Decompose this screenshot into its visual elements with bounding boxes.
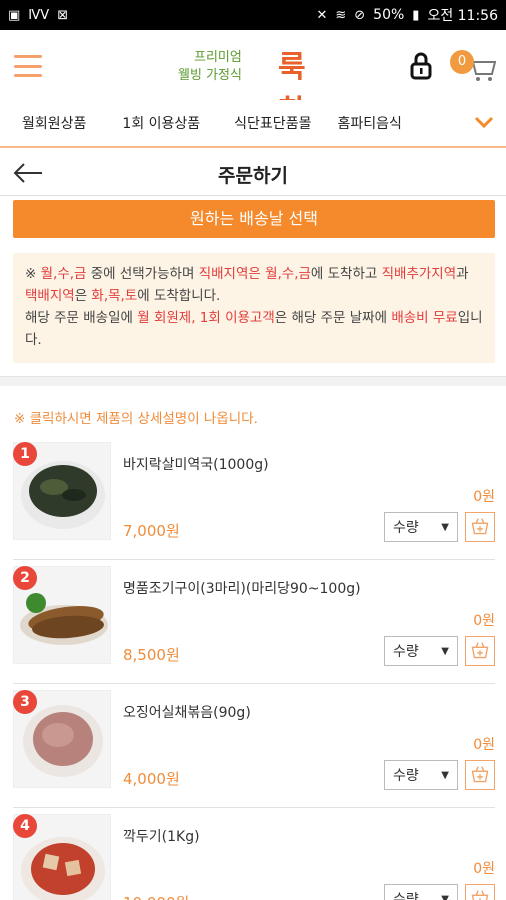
lock-icon[interactable]: [410, 52, 432, 80]
product-price: 8,500원: [123, 646, 180, 664]
gallery-icon: ▣: [8, 7, 21, 23]
notice-highlight: 직배지역은 월,수,금: [198, 266, 311, 282]
notice-text: 에 도착합니다.: [137, 288, 221, 304]
section-divider: [0, 376, 506, 386]
notice-text: 에 도착하고: [310, 266, 382, 282]
dropdown-caret-icon: ▼: [441, 645, 449, 657]
product-price: 10,000원: [123, 892, 189, 900]
category-tab-homeparty[interactable]: 홈파티음식: [323, 113, 413, 133]
add-to-cart-icon[interactable]: [465, 760, 495, 790]
category-tab-menu[interactable]: 식단표단품몰: [212, 113, 323, 133]
notice-highlight: 월 회원제, 1회 이용고객: [137, 310, 275, 326]
brand-logo[interactable]: 프리미엄 웰빙 가정식 룩찬: [178, 42, 330, 129]
mute-icon: ✕: [316, 7, 328, 23]
product-name[interactable]: 오징어실채볶음(90g): [123, 702, 251, 722]
notice-highlight: 배송비 무료: [391, 310, 458, 326]
notice-text: 과: [456, 266, 469, 282]
dropdown-caret-icon: ▼: [441, 521, 449, 533]
menu-icon[interactable]: [14, 55, 42, 77]
select-delivery-date-button[interactable]: 원하는 배송날 선택: [13, 200, 495, 238]
dnd-icon: ⊘: [354, 7, 366, 23]
quantity-select[interactable]: 수량 ▼: [384, 760, 458, 790]
cart-button[interactable]: 0: [450, 50, 496, 84]
product-total: 0원: [473, 489, 495, 505]
product-item[interactable]: 3 오징어실채볶음(90g) 0원 4,000원 수량 ▼: [13, 690, 495, 808]
notice-text: 은 해당 주문 날짜에: [274, 310, 392, 326]
chevron-down-icon[interactable]: [474, 112, 494, 132]
dropdown-caret-icon: ▼: [441, 769, 449, 781]
dropdown-caret-icon: ▼: [441, 893, 449, 900]
cart-count-badge: 0: [450, 50, 474, 74]
product-total: 0원: [473, 861, 495, 877]
product-number-badge: 4: [13, 814, 37, 838]
add-to-cart-icon[interactable]: [465, 636, 495, 666]
app-notification-icon: ⅣV: [28, 7, 50, 23]
logo-line2: 웰빙 가정식: [178, 68, 242, 83]
product-number-badge: 1: [13, 442, 37, 466]
add-to-cart-icon[interactable]: [465, 512, 495, 542]
wifi-icon: ≋: [335, 7, 347, 23]
notice-text: 해당 주문 배송일에: [25, 310, 138, 326]
product-item[interactable]: 2 명품조기구이(3마리)(마리당90~100g) 0원 8,500원 수량 ▼: [13, 566, 495, 684]
quantity-label: 수량: [393, 768, 419, 784]
product-total: 0원: [473, 613, 495, 629]
notice-highlight: 택배지역: [25, 288, 75, 304]
category-tab-monthly[interactable]: 월회원상품: [0, 113, 98, 133]
notice-highlight: 월,수,금: [40, 266, 87, 282]
quantity-label: 수량: [393, 520, 419, 536]
logo-line1: 프리미엄: [194, 50, 242, 65]
product-number-badge: 3: [13, 690, 37, 714]
category-nav: 월회원상품 1회 이용상품 식단표단품몰 홈파티음식: [0, 100, 506, 148]
notice-highlight: 화,목,토: [91, 288, 138, 304]
delivery-notice: ※ 월,수,금 중에 선택가능하며 직배지역은 월,수,금에 도착하고 직배추가…: [13, 253, 495, 363]
status-bar: ▣ ⅣV ⊠ ✕ ≋ ⊘ 50% ▮ 오전 11:56: [0, 0, 506, 30]
product-price: 7,000원: [123, 522, 180, 540]
product-name[interactable]: 깍두기(1Kg): [123, 826, 200, 846]
notice-highlight: 직배추가지역: [381, 266, 457, 282]
notice-text: 은: [74, 288, 92, 304]
quantity-select[interactable]: 수량 ▼: [384, 636, 458, 666]
app-notification-icon-2: ⊠: [57, 7, 69, 23]
add-to-cart-icon[interactable]: [465, 884, 495, 900]
app-header: 프리미엄 웰빙 가정식 룩찬 0: [0, 30, 506, 129]
product-total: 0원: [473, 737, 495, 753]
quantity-select[interactable]: 수량 ▼: [384, 512, 458, 542]
battery-text: 50%: [373, 7, 405, 23]
category-tab-onetime[interactable]: 1회 이용상품: [98, 113, 212, 133]
detail-hint: ※ 클릭하시면 제품의 상세설명이 나옵니다.: [14, 411, 258, 427]
product-number-badge: 2: [13, 566, 37, 590]
product-price: 4,000원: [123, 770, 180, 788]
battery-icon: ▮: [412, 7, 420, 23]
product-name[interactable]: 명품조기구이(3마리)(마리당90~100g): [123, 578, 361, 598]
product-name[interactable]: 바지락살미역국(1000g): [123, 454, 269, 474]
quantity-select[interactable]: 수량 ▼: [384, 884, 458, 900]
notice-text: ※: [25, 266, 41, 282]
back-arrow-icon[interactable]: [12, 162, 44, 184]
page-header: 주문하기: [0, 150, 506, 196]
clock: 오전 11:56: [427, 8, 498, 24]
product-item[interactable]: 4 깍두기(1Kg) 0원 10,000원 수량 ▼: [13, 814, 495, 900]
product-item[interactable]: 1 바지락살미역국(1000g) 0원 7,000원 수량 ▼: [13, 442, 495, 560]
notice-text: 중에 선택가능하며: [86, 266, 199, 282]
quantity-label: 수량: [393, 644, 419, 660]
page-title: 주문하기: [218, 165, 288, 187]
quantity-label: 수량: [393, 892, 419, 900]
